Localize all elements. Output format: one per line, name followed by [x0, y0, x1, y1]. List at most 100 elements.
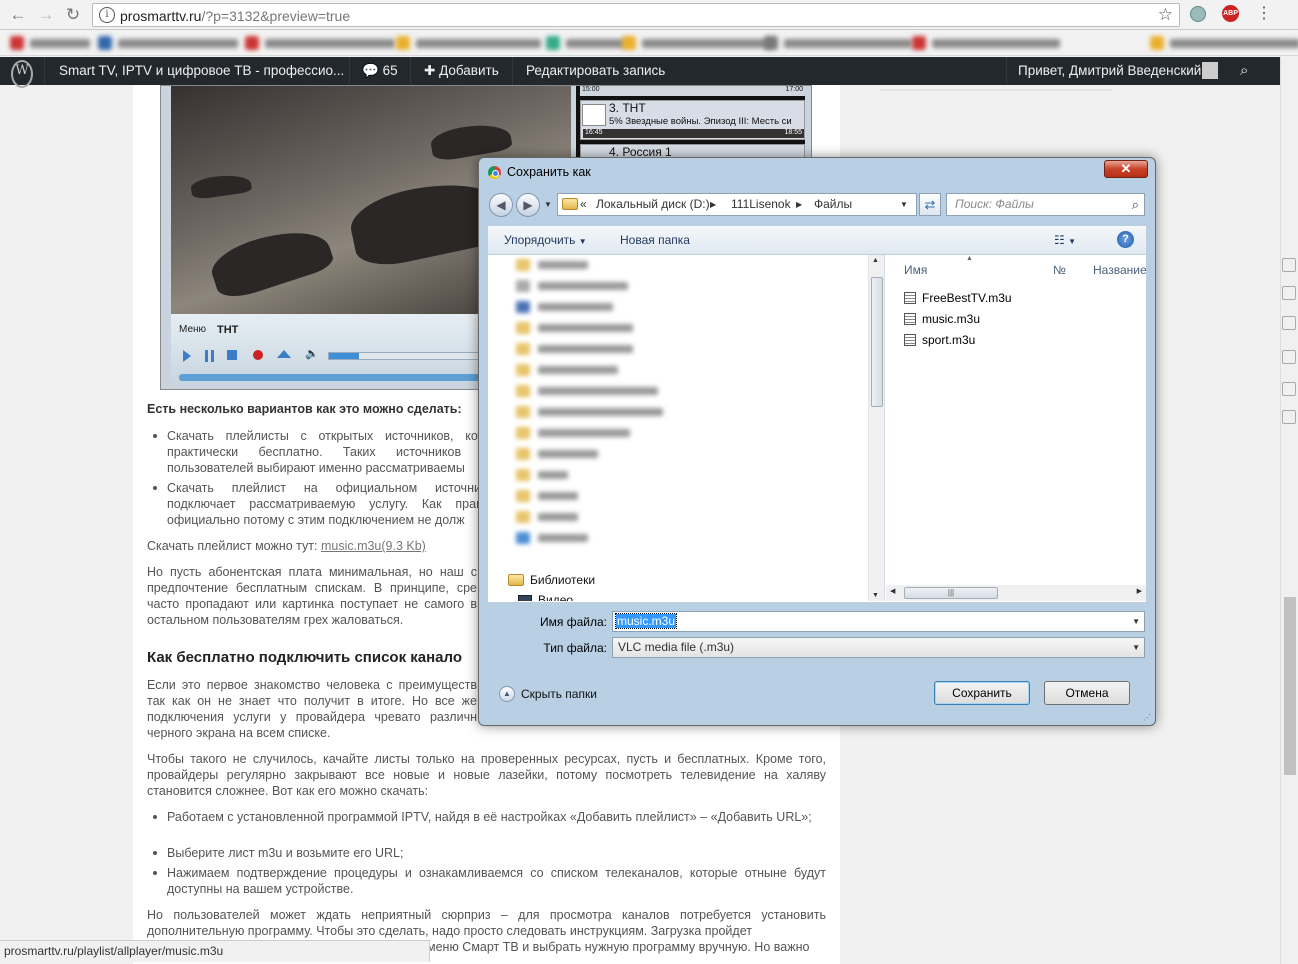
view-options-icon[interactable]: ☷ ▼	[1054, 233, 1076, 247]
sidebar-column	[880, 85, 1112, 91]
file-item[interactable]: sport.m3u	[904, 333, 975, 347]
playlist-file-icon	[904, 292, 916, 304]
avatar[interactable]	[1202, 62, 1218, 79]
bookmarks-bar	[0, 30, 1298, 56]
filename-input[interactable]: music.m3u ▼	[612, 611, 1145, 632]
forward-icon[interactable]: →	[36, 5, 56, 25]
browser-toolbar: ← → ↻ i prosmarttv.ru/?p=3132&preview=tr…	[0, 0, 1298, 30]
address-row: ◀ ▶ ▼ « Локальный диск (D:) ▶ 111Lisenok…	[487, 191, 1147, 219]
chevron-down-icon[interactable]: ▼	[900, 194, 908, 215]
sidebar-widget-icon[interactable]	[1282, 350, 1296, 364]
eject-icon	[277, 350, 291, 358]
comment-icon: 💬	[362, 63, 379, 78]
organize-menu[interactable]: Упорядочить ▼	[504, 233, 587, 247]
cancel-button[interactable]: Отмена	[1044, 681, 1130, 705]
chevron-right-icon[interactable]: ▶	[796, 194, 802, 215]
list-item: Скачать плейлисты с открытых источников,…	[153, 429, 497, 475]
dialog-toolbar: Упорядочить ▼ Новая папка ☷ ▼ ?	[487, 225, 1147, 255]
tree-item-video[interactable]: Видео	[518, 593, 573, 601]
tree-scroll-thumb[interactable]	[871, 277, 883, 407]
menu-dots-icon[interactable]: ⋮	[1256, 3, 1272, 23]
tnt-logo-icon	[582, 104, 606, 126]
chevron-right-icon[interactable]: ▶	[710, 194, 716, 215]
close-icon: ✕	[1120, 161, 1132, 176]
file-item[interactable]: music.m3u	[904, 312, 980, 326]
navigation-tree[interactable]: Библиотеки Видео ▲ ▼	[488, 255, 885, 601]
filetype-select[interactable]: VLC media file (.m3u) ▼	[612, 637, 1145, 658]
refresh-button[interactable]: ⇄	[919, 193, 941, 216]
greeting-link[interactable]: Привет, Дмитрий Введенский	[1018, 57, 1201, 85]
search-icon[interactable]: ⌕	[1240, 57, 1248, 85]
play-icon	[183, 350, 191, 362]
folder-icon	[562, 198, 578, 210]
info-icon[interactable]: i	[99, 7, 115, 23]
site-title-link[interactable]: Smart TV, IPTV и цифровое ТВ - профессио…	[59, 57, 344, 85]
filetype-label: Тип файла:	[543, 641, 607, 655]
paragraph: меню Смарт ТВ и выбрать нужную программу…	[427, 940, 810, 954]
tree-item-libraries[interactable]: Библиотеки	[508, 573, 595, 587]
scrollbar-thumb[interactable]	[1284, 597, 1296, 775]
file-list-scrollbar[interactable]: ◀ ||| ▶	[886, 585, 1146, 601]
reload-icon[interactable]: ↻	[63, 5, 83, 25]
breadcrumb[interactable]: « Локальный диск (D:) ▶ 111Lisenok ▶ Фай…	[557, 193, 917, 216]
chevron-down-icon[interactable]: ▼	[1132, 612, 1140, 631]
history-dropdown-icon[interactable]: ▼	[544, 200, 552, 209]
section-heading: Как бесплатно подключить список канало	[147, 649, 462, 666]
sidebar-widget-icon[interactable]	[1282, 410, 1296, 424]
tree-scrollbar[interactable]: ▲ ▼	[868, 255, 884, 601]
back-button[interactable]: ◀	[489, 193, 513, 217]
record-icon	[253, 350, 263, 360]
save-button[interactable]: Сохранить	[934, 681, 1030, 705]
close-button[interactable]: ✕	[1104, 160, 1148, 178]
save-as-dialog: Сохранить как ✕ ◀ ▶ ▼ « Локальный диск (…	[478, 157, 1156, 726]
arrow-left-icon: ◀	[496, 198, 506, 212]
sort-up-icon: ▲	[966, 255, 973, 262]
comments-link[interactable]: 💬 65	[362, 57, 398, 85]
edit-post-link[interactable]: Редактировать запись	[526, 57, 665, 85]
pause-icon	[205, 350, 214, 362]
file-list-scroll-thumb[interactable]: |||	[904, 587, 998, 599]
download-link[interactable]: music.m3u(9.3 Kb)	[321, 539, 426, 553]
extension-icon[interactable]	[1190, 6, 1206, 22]
column-name[interactable]: Имя	[904, 263, 927, 277]
epg-bar: 15:00 17:00	[580, 86, 805, 96]
file-item[interactable]: FreeBestTV.m3u	[904, 291, 1012, 305]
chevron-down-icon[interactable]: ▼	[1132, 638, 1140, 657]
plus-icon: ✚	[424, 63, 436, 78]
breadcrumb-item-folder[interactable]: 111Lisenok	[731, 194, 791, 215]
breadcrumb-item-files[interactable]: Файлы	[814, 194, 852, 215]
resize-grip-icon[interactable]: ⋰	[1143, 713, 1151, 722]
help-icon[interactable]: ?	[1117, 231, 1134, 248]
file-list[interactable]: Имя ▲ № Название FreeBestTV.m3u music.m3…	[886, 255, 1147, 601]
breadcrumb-item-drive[interactable]: Локальный диск (D:)	[596, 194, 710, 215]
sidebar-widget-icon[interactable]	[1282, 258, 1296, 272]
column-number[interactable]: №	[1053, 263, 1066, 277]
back-icon[interactable]: ←	[8, 5, 28, 25]
options-heading: Есть несколько вариантов как это можно с…	[147, 402, 462, 416]
dialog-title: Сохранить как	[507, 165, 591, 179]
column-title[interactable]: Название	[1093, 263, 1147, 277]
chrome-icon	[488, 166, 501, 179]
dialog-titlebar[interactable]: Сохранить как ✕	[479, 158, 1155, 186]
forward-button[interactable]: ▶	[516, 193, 540, 217]
url-text: prosmarttv.ru/?p=3132&preview=true	[120, 8, 351, 24]
hide-folders-toggle[interactable]: ▲ Скрыть папки	[499, 686, 597, 702]
search-input[interactable]: Поиск: Файлы ⌕	[946, 193, 1145, 216]
new-folder-button[interactable]: Новая папка	[620, 233, 690, 247]
scroll-up-icon: ▲	[872, 257, 879, 264]
add-new-link[interactable]: ✚ Добавить	[424, 57, 499, 85]
arrow-right-icon: ▶	[523, 198, 533, 212]
wp-admin-bar: W Smart TV, IPTV и цифровое ТВ - професс…	[0, 57, 1280, 88]
volume-icon: 🔈	[305, 348, 319, 360]
status-bar: prosmarttv.ru/playlist/allplayer/music.m…	[0, 940, 430, 962]
sidebar-widget-icon[interactable]	[1282, 382, 1296, 396]
bookmark-star-icon[interactable]: ☆	[1158, 5, 1173, 25]
sidebar-widget-icon[interactable]	[1282, 316, 1296, 330]
sidebar-widget-icon[interactable]	[1282, 286, 1296, 300]
player-channel-label: ТНТ	[217, 324, 239, 336]
page-scrollbar[interactable]	[1280, 57, 1298, 964]
wordpress-icon[interactable]: W	[11, 60, 33, 88]
list-item: Нажимаем подтверждение процедуры и ознак…	[153, 866, 826, 896]
address-bar[interactable]: i prosmarttv.ru/?p=3132&preview=true ☆	[92, 3, 1180, 27]
adblock-icon[interactable]: ABP	[1222, 5, 1239, 22]
